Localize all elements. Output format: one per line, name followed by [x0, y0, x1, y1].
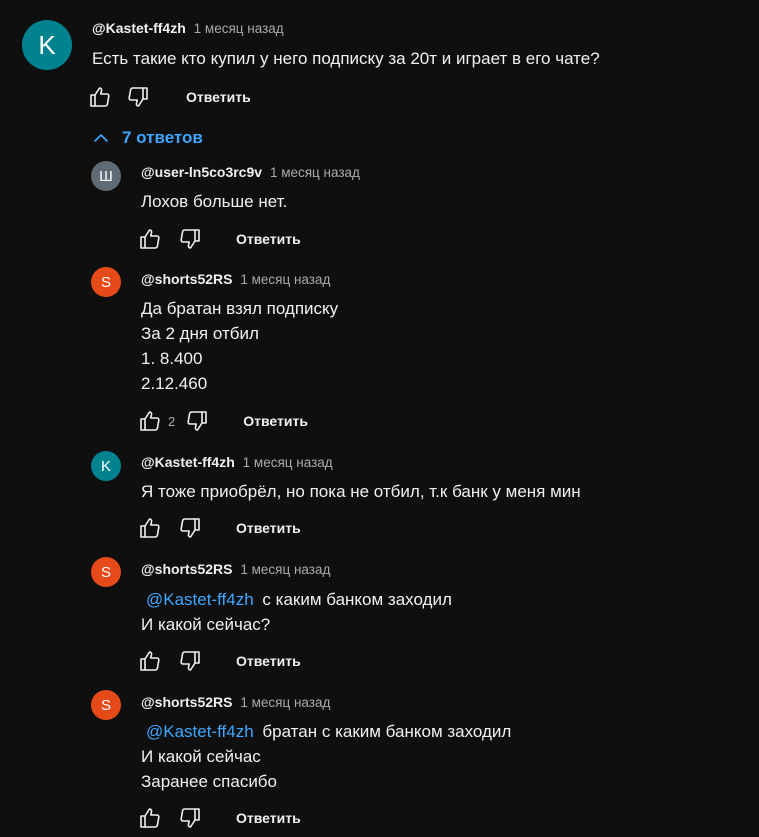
thumb-up-icon: [140, 651, 160, 671]
comment-author[interactable]: @Kastet-ff4zh: [141, 454, 235, 470]
comment-header: @shorts52RS 1 месяц назад: [141, 271, 330, 287]
avatar-letter: S: [100, 696, 111, 714]
thumb-down-icon: [180, 518, 200, 538]
avatar[interactable]: K: [91, 451, 121, 481]
comment-line-rest: братан с каким банком заходил: [262, 722, 512, 741]
comment-line: И какой сейчас?: [141, 615, 271, 634]
comment-line: 2.12.460: [141, 374, 208, 393]
comment-line: @Kastet-ff4zh братан с каким банком захо…: [141, 719, 511, 744]
comment-text: Лохов больше нет.: [141, 189, 287, 214]
reply-button[interactable]: Ответить: [186, 89, 251, 105]
comment-line: Есть такие кто купил у него подписку за …: [92, 49, 600, 68]
comment-author[interactable]: @Kastet-ff4zh: [92, 20, 186, 36]
reply-button[interactable]: Ответить: [236, 231, 301, 247]
dislike-button[interactable]: [176, 804, 204, 832]
avatar[interactable]: Ш: [91, 161, 121, 191]
mention-link[interactable]: @Kastet-ff4zh: [146, 590, 254, 609]
comment-header: @Kastet-ff4zh 1 месяц назад: [141, 454, 333, 470]
avatar-letter: K: [100, 457, 111, 475]
avatar[interactable]: K: [22, 20, 72, 70]
comment-actions: Ответить: [136, 514, 301, 542]
comment-text: @Kastet-ff4zh братан с каким банком захо…: [141, 719, 511, 794]
comment-time[interactable]: 1 месяц назад: [270, 165, 360, 180]
dislike-button[interactable]: [176, 647, 204, 675]
comment-header: @Kastet-ff4zh 1 месяц назад: [92, 20, 284, 36]
comment-time[interactable]: 1 месяц назад: [240, 272, 330, 287]
comment-time[interactable]: 1 месяц назад: [240, 695, 330, 710]
comment-line: @Kastet-ff4zh с каким банком заходил: [141, 587, 452, 612]
comment-actions: 2 Ответить: [136, 407, 308, 435]
avatar[interactable]: S: [91, 267, 121, 297]
comment-actions: Ответить: [136, 804, 301, 832]
reply-button[interactable]: Ответить: [236, 520, 301, 536]
thumb-up-icon: [140, 411, 160, 431]
comment-time[interactable]: 1 месяц назад: [194, 21, 284, 36]
chevron-up-icon: [94, 134, 108, 142]
comment-header: @shorts52RS 1 месяц назад: [141, 694, 330, 710]
thumb-down-icon: [180, 651, 200, 671]
like-button[interactable]: [136, 647, 164, 675]
comment-line: Я тоже приобрёл, но пока не отбил, т.к б…: [141, 482, 581, 501]
comment-line: И какой сейчас: [141, 747, 261, 766]
thumb-up-icon: [140, 518, 160, 538]
thumb-down-icon: [128, 87, 148, 107]
dislike-button[interactable]: [176, 225, 204, 253]
like-button[interactable]: [136, 407, 164, 435]
like-count: 2: [168, 413, 176, 429]
comment-time[interactable]: 1 месяц назад: [240, 562, 330, 577]
dislike-button[interactable]: [124, 83, 152, 111]
comment-line-rest: с каким банком заходил: [262, 590, 452, 609]
comment-actions: Ответить: [136, 225, 301, 253]
like-button[interactable]: [136, 514, 164, 542]
avatar-letter: S: [100, 273, 111, 291]
replies-toggle-button[interactable]: 7 ответов: [92, 126, 203, 150]
comment-line: Да братан взял подписку: [141, 299, 339, 318]
comment-text: Я тоже приобрёл, но пока не отбил, т.к б…: [141, 479, 581, 504]
comment-author[interactable]: @shorts52RS: [141, 694, 232, 710]
thumb-up-icon: [140, 229, 160, 249]
avatar-letter: S: [100, 563, 111, 581]
thumb-up-icon: [140, 808, 160, 828]
like-button[interactable]: [86, 83, 114, 111]
dislike-button[interactable]: [176, 514, 204, 542]
avatar[interactable]: S: [91, 557, 121, 587]
dislike-button[interactable]: [183, 407, 211, 435]
comment-author[interactable]: @shorts52RS: [141, 561, 232, 577]
comment-time[interactable]: 1 месяц назад: [243, 455, 333, 470]
comment-header: @user-ln5co3rc9v 1 месяц назад: [141, 164, 360, 180]
thumb-down-icon: [180, 808, 200, 828]
comment-header: @shorts52RS 1 месяц назад: [141, 561, 330, 577]
comment-author[interactable]: @user-ln5co3rc9v: [141, 164, 262, 180]
reply-button[interactable]: Ответить: [243, 413, 308, 429]
like-button[interactable]: [136, 804, 164, 832]
avatar-letter: Ш: [99, 167, 113, 185]
thumb-up-icon: [90, 87, 110, 107]
like-button[interactable]: [136, 225, 164, 253]
comment-line: Заранее спасибо: [141, 772, 277, 791]
avatar[interactable]: S: [91, 690, 121, 720]
avatar-letter: K: [38, 29, 56, 60]
comment-text: Да братан взял подписку За 2 дня отбил 1…: [141, 296, 338, 396]
reply-button[interactable]: Ответить: [236, 653, 301, 669]
thumb-down-icon: [180, 229, 200, 249]
comment-text: Есть такие кто купил у него подписку за …: [92, 46, 600, 71]
comment-actions: Ответить: [136, 647, 301, 675]
comment-line: Лохов больше нет.: [141, 192, 288, 211]
thumb-down-icon: [187, 411, 208, 431]
comment-author[interactable]: @shorts52RS: [141, 271, 232, 287]
reply-button[interactable]: Ответить: [236, 810, 301, 826]
comment-actions: Ответить: [86, 83, 251, 111]
replies-count-label: 7 ответов: [122, 128, 203, 147]
comment-text: @Kastet-ff4zh с каким банком заходил И к…: [141, 587, 452, 637]
comment-line: 1. 8.400: [141, 349, 203, 368]
mention-link[interactable]: @Kastet-ff4zh: [146, 722, 254, 741]
comment-line: За 2 дня отбил: [141, 324, 259, 343]
